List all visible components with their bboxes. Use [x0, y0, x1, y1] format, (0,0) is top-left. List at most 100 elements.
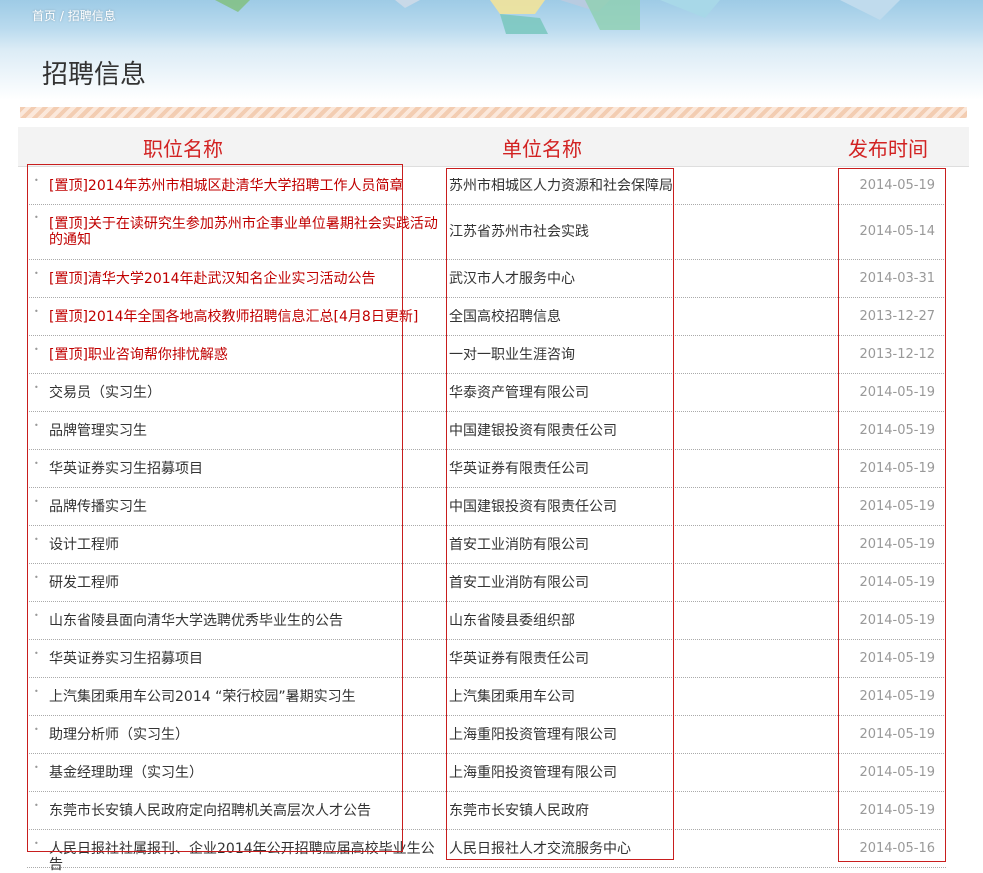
table-row: • 助理分析师（实习生） 上海重阳投资管理有限公司 2014-05-19 [27, 716, 946, 754]
employer-name: 中国建银投资有限责任公司 [449, 423, 617, 439]
column-header-date: 发布时间 [848, 137, 928, 161]
table-row: • [置顶]清华大学2014年赴武汉知名企业实习活动公告 武汉市人才服务中心 2014… [27, 260, 946, 298]
employer-name: 中国建银投资有限责任公司 [449, 499, 617, 515]
publish-date: 2014-05-19 [859, 537, 935, 552]
table-row: • 山东省陵县面向清华大学选聘优秀毕业生的公告 山东省陵县委组织部 2014-05-1… [27, 602, 946, 640]
job-title-link[interactable]: 上汽集团乘用车公司2014 “荣行校园”暑期实习生 [49, 689, 441, 705]
employer-name: 华英证券有限责任公司 [449, 461, 589, 477]
publish-date: 2014-05-19 [859, 423, 935, 438]
bullet-icon: • [34, 345, 39, 354]
table-row: • 基金经理助理（实习生） 上海重阳投资管理有限公司 2014-05-19 [27, 754, 946, 792]
bullet-icon: • [34, 687, 39, 696]
table-row: • 品牌管理实习生 中国建银投资有限责任公司 2014-05-19 [27, 412, 946, 450]
publish-date: 2014-05-19 [859, 461, 935, 476]
job-title-link[interactable]: 华英证券实习生招募项目 [49, 651, 441, 667]
job-title-link[interactable]: 助理分析师（实习生） [49, 727, 441, 743]
table-row: • 设计工程师 首安工业消防有限公司 2014-05-19 [27, 526, 946, 564]
job-title-link[interactable]: [置顶]2014年全国各地高校教师招聘信息汇总[4月8日更新] [49, 309, 441, 325]
employer-name: 上汽集团乘用车公司 [449, 689, 575, 705]
table-row: • [置顶]2014年苏州市相城区赴清华大学招聘工作人员简章 苏州市相城区人力资源和… [27, 167, 946, 205]
employer-name: 东莞市长安镇人民政府 [449, 803, 589, 819]
bullet-icon: • [34, 801, 39, 810]
publish-date: 2014-05-19 [859, 575, 935, 590]
publish-date: 2014-05-19 [859, 689, 935, 704]
employer-name: 苏州市相城区人力资源和社会保障局 [449, 178, 673, 194]
table-row: • 东莞市长安镇人民政府定向招聘机关高层次人才公告 东莞市长安镇人民政府 2014-0… [27, 792, 946, 830]
bullet-icon: • [34, 839, 39, 848]
page-title: 招聘信息 [42, 60, 147, 90]
table-row: • [置顶]关于在读研究生参加苏州市企事业单位暑期社会实践活动的通知 江苏省苏州市社… [27, 205, 946, 260]
employer-name: 山东省陵县委组织部 [449, 613, 575, 629]
bullet-icon: • [34, 725, 39, 734]
bullet-icon: • [34, 383, 39, 392]
breadcrumb-current-link[interactable]: 招聘信息 [68, 9, 116, 23]
employer-name: 江苏省苏州市社会实践 [449, 224, 589, 240]
publish-date: 2013-12-12 [859, 347, 935, 362]
publish-date: 2014-05-14 [859, 224, 935, 239]
table-row: • 交易员（实习生） 华泰资产管理有限公司 2014-05-19 [27, 374, 946, 412]
table-row: • 华英证券实习生招募项目 华英证券有限责任公司 2014-05-19 [27, 450, 946, 488]
job-title-link[interactable]: 品牌管理实习生 [49, 423, 441, 439]
column-header-unit: 单位名称 [502, 137, 582, 161]
employer-name: 人民日报社人才交流服务中心 [449, 841, 631, 857]
publish-date: 2014-05-19 [859, 803, 935, 818]
job-title-link[interactable]: [置顶]关于在读研究生参加苏州市企事业单位暑期社会实践活动的通知 [49, 216, 441, 248]
table-row: • [置顶]职业咨询帮你排忧解惑 一对一职业生涯咨询 2013-12-12 [27, 336, 946, 374]
table-row: • 品牌传播实习生 中国建银投资有限责任公司 2014-05-19 [27, 488, 946, 526]
publish-date: 2014-05-19 [859, 727, 935, 742]
breadcrumb: 首页 / 招聘信息 [32, 7, 116, 24]
job-title-link[interactable]: 基金经理助理（实习生） [49, 765, 441, 781]
employer-name: 上海重阳投资管理有限公司 [449, 765, 617, 781]
publish-date: 2014-05-19 [859, 651, 935, 666]
employer-name: 华泰资产管理有限公司 [449, 385, 589, 401]
employer-name: 武汉市人才服务中心 [449, 271, 575, 287]
employer-name: 全国高校招聘信息 [449, 309, 561, 325]
job-title-link[interactable]: [置顶]2014年苏州市相城区赴清华大学招聘工作人员简章 [49, 178, 441, 194]
job-title-link[interactable]: 品牌传播实习生 [49, 499, 441, 515]
publish-date: 2014-05-19 [859, 178, 935, 193]
bullet-icon: • [34, 421, 39, 430]
publish-date: 2014-05-19 [859, 385, 935, 400]
job-title-link[interactable]: 华英证券实习生招募项目 [49, 461, 441, 477]
bullet-icon: • [34, 176, 39, 185]
bullet-icon: • [34, 459, 39, 468]
bullet-icon: • [34, 535, 39, 544]
employer-name: 上海重阳投资管理有限公司 [449, 727, 617, 743]
banner-decoration [215, 0, 900, 34]
employer-name: 华英证券有限责任公司 [449, 651, 589, 667]
job-title-link[interactable]: 东莞市长安镇人民政府定向招聘机关高层次人才公告 [49, 803, 441, 819]
table-row: • 人民日报社社属报刊、企业2014年公开招聘应届高校毕业生公告 人民日报社人才交流… [27, 830, 946, 873]
job-title-link[interactable]: 人民日报社社属报刊、企业2014年公开招聘应届高校毕业生公告 [49, 841, 441, 873]
employer-name: 首安工业消防有限公司 [449, 575, 589, 591]
table-row: • 研发工程师 首安工业消防有限公司 2014-05-19 [27, 564, 946, 602]
publish-date: 2014-05-19 [859, 499, 935, 514]
bullet-icon: • [34, 213, 39, 222]
job-title-link[interactable]: 山东省陵县面向清华大学选聘优秀毕业生的公告 [49, 613, 441, 629]
bullet-icon: • [34, 611, 39, 620]
publish-date: 2014-05-19 [859, 765, 935, 780]
table-row: • 华英证券实习生招募项目 华英证券有限责任公司 2014-05-19 [27, 640, 946, 678]
job-title-link[interactable]: 交易员（实习生） [49, 385, 441, 401]
employer-name: 首安工业消防有限公司 [449, 537, 589, 553]
decorative-stripe-divider [20, 107, 967, 118]
bullet-icon: • [34, 497, 39, 506]
publish-date: 2014-05-19 [859, 613, 935, 628]
job-title-link[interactable]: [置顶]职业咨询帮你排忧解惑 [49, 347, 441, 363]
employer-name: 一对一职业生涯咨询 [449, 347, 575, 363]
publish-date: 2014-03-31 [859, 271, 935, 286]
breadcrumb-home-link[interactable]: 首页 [32, 9, 56, 23]
bullet-icon: • [34, 763, 39, 772]
job-title-link[interactable]: 研发工程师 [49, 575, 441, 591]
table-row: • [置顶]2014年全国各地高校教师招聘信息汇总[4月8日更新] 全国高校招聘信息… [27, 298, 946, 336]
bullet-icon: • [34, 307, 39, 316]
bullet-icon: • [34, 269, 39, 278]
job-title-link[interactable]: 设计工程师 [49, 537, 441, 553]
header-banner [0, 0, 983, 120]
column-header-position: 职位名称 [143, 137, 223, 161]
publish-date: 2014-05-16 [859, 841, 935, 856]
table-row: • 上汽集团乘用车公司2014 “荣行校园”暑期实习生 上汽集团乘用车公司 2014-… [27, 678, 946, 716]
bullet-icon: • [34, 649, 39, 658]
job-title-link[interactable]: [置顶]清华大学2014年赴武汉知名企业实习活动公告 [49, 271, 441, 287]
breadcrumb-separator: / [59, 9, 64, 23]
publish-date: 2013-12-27 [859, 309, 935, 324]
